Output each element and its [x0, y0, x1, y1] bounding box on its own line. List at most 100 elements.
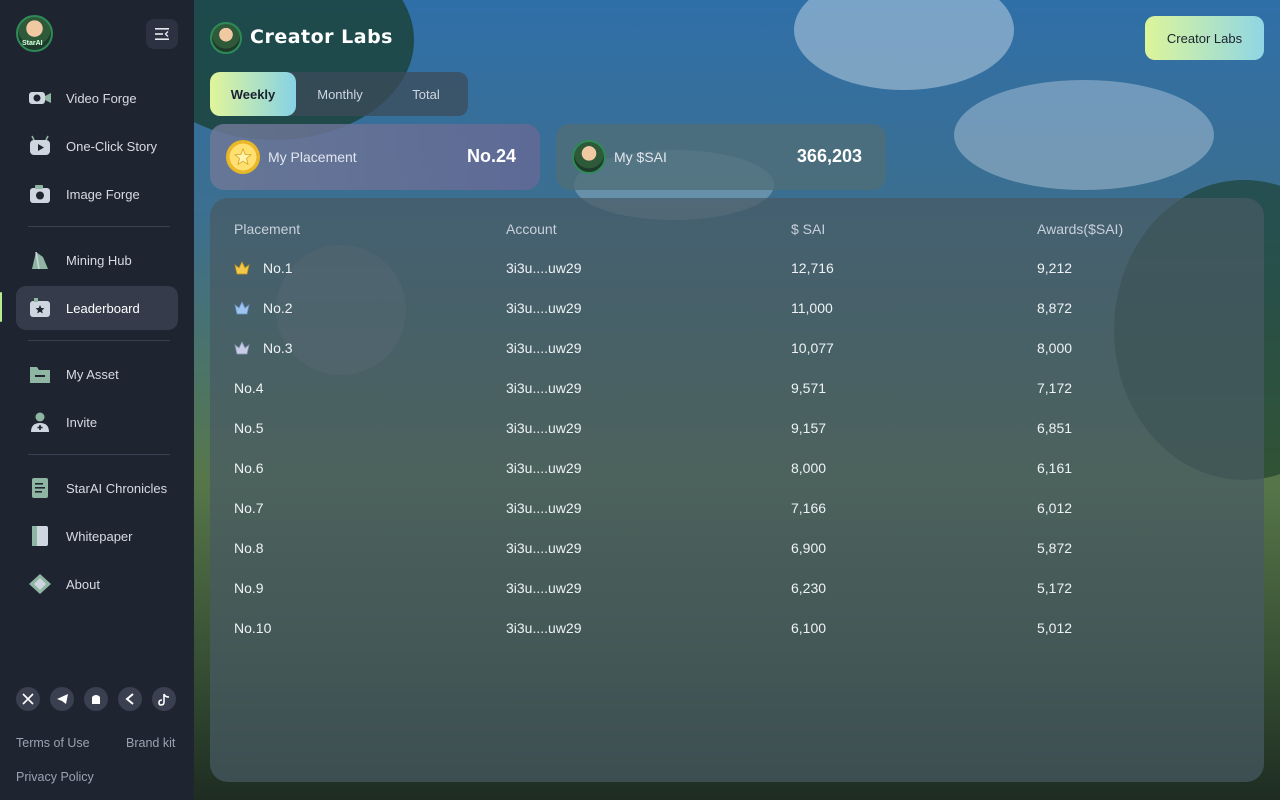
my-placement-card: My Placement No.24 [210, 124, 540, 190]
tab-monthly[interactable]: Monthly [298, 72, 382, 116]
page-title: Creator Labs [250, 26, 393, 48]
sai-value: 366,203 [796, 146, 862, 166]
whitepaper-icon [28, 525, 52, 547]
nav-invite[interactable]: Invite [16, 400, 178, 444]
nav-label: Leaderboard [66, 300, 140, 316]
table-row: No.5 3i3u....uw29 9,157 6,851 [210, 408, 1264, 448]
photo-camera-icon [28, 183, 52, 205]
nav-image-forge[interactable]: Image Forge [16, 172, 178, 216]
nav-my-asset[interactable]: My Asset [16, 352, 178, 396]
cell-awards: 6,161 [1037, 460, 1073, 476]
cell-account: 3i3u....uw29 [506, 580, 582, 596]
bronze-crown-icon [234, 341, 250, 355]
nav-label: Mining Hub [66, 252, 132, 268]
privacy-link[interactable]: Privacy Policy [16, 770, 94, 784]
cell-awards: 8,872 [1037, 300, 1073, 316]
nav-divider [28, 454, 170, 455]
placement-label: My Placement [268, 149, 357, 165]
terms-link[interactable]: Terms of Use [16, 736, 90, 750]
cell-sai: 6,900 [791, 540, 827, 556]
column-header-awards: Awards($SAI) [1037, 221, 1124, 237]
cell-awards: 6,851 [1037, 420, 1073, 436]
invite-user-icon [28, 411, 52, 433]
nav-label: My Asset [66, 366, 119, 382]
nav-divider [28, 340, 170, 341]
cell-sai: 7,166 [791, 500, 827, 516]
cell-sai: 6,230 [791, 580, 827, 596]
table-row: No.7 3i3u....uw29 7,166 6,012 [210, 488, 1264, 528]
sidebar: StarAI Video Forge One-Click Story Image… [0, 0, 194, 800]
cell-account: 3i3u....uw29 [506, 460, 582, 476]
cell-sai: 8,000 [791, 460, 827, 476]
period-tabs: Weekly Monthly Total [210, 72, 468, 116]
nav-video-forge[interactable]: Video Forge [16, 76, 178, 120]
column-header-account: Account [506, 221, 557, 237]
cell-placement: No.6 [234, 460, 264, 476]
column-header-placement: Placement [234, 221, 301, 237]
cell-placement: No.10 [234, 620, 272, 636]
silver-crown-icon [234, 301, 250, 315]
cell-awards: 5,012 [1037, 620, 1073, 636]
table-row: No.10 3i3u....uw29 6,100 5,012 [210, 608, 1264, 648]
cell-placement: No.7 [234, 500, 264, 516]
table-row: No.3 3i3u....uw29 10,077 8,000 [210, 328, 1264, 368]
cell-placement: No.9 [234, 580, 264, 596]
cell-sai: 10,077 [791, 340, 834, 356]
table-row: No.4 3i3u....uw29 9,571 7,172 [210, 368, 1264, 408]
nav-label: About [66, 576, 100, 592]
table-row: No.9 3i3u....uw29 6,230 5,172 [210, 568, 1264, 608]
nav-one-click-story[interactable]: One-Click Story [16, 124, 178, 168]
tab-total[interactable]: Total [384, 72, 468, 116]
nav-starai-chronicles[interactable]: StarAI Chronicles [16, 466, 178, 510]
cell-account: 3i3u....uw29 [506, 540, 582, 556]
nav-label: Image Forge [66, 186, 140, 202]
cell-awards: 9,212 [1037, 260, 1073, 276]
nav-leaderboard[interactable]: Leaderboard [16, 286, 178, 330]
nav-whitepaper[interactable]: Whitepaper [16, 514, 178, 558]
x-icon[interactable] [16, 687, 40, 711]
nav-divider [28, 226, 170, 227]
cell-account: 3i3u....uw29 [506, 300, 582, 316]
cell-account: 3i3u....uw29 [506, 620, 582, 636]
cell-placement: No.5 [234, 420, 264, 436]
creator-labs-button[interactable]: Creator Labs [1145, 16, 1264, 60]
collapse-menu-icon [155, 28, 169, 40]
cell-account: 3i3u....uw29 [506, 420, 582, 436]
nav-label: Whitepaper [66, 528, 133, 544]
cell-account: 3i3u....uw29 [506, 260, 582, 276]
active-indicator [0, 292, 2, 322]
social-links [16, 687, 176, 711]
cell-sai: 11,000 [791, 300, 833, 316]
tiktok-icon[interactable] [152, 687, 176, 711]
about-diamond-icon [28, 573, 52, 595]
table-row: No.6 3i3u....uw29 8,000 6,161 [210, 448, 1264, 488]
background-cloud [954, 80, 1214, 190]
avatar [572, 140, 606, 174]
table-row: No.2 3i3u....uw29 11,000 8,872 [210, 288, 1264, 328]
tab-weekly[interactable]: Weekly [210, 72, 296, 116]
telegram-icon[interactable] [50, 687, 74, 711]
placement-value: No.24 [466, 146, 516, 166]
star-coin-icon [226, 140, 260, 174]
back-chevron-icon[interactable] [118, 687, 142, 711]
cell-account: 3i3u....uw29 [506, 380, 582, 396]
table-row: No.8 3i3u....uw29 6,900 5,872 [210, 528, 1264, 568]
nav-label: Invite [66, 414, 98, 430]
column-header-sai: $ SAI [791, 221, 826, 237]
nav-label: One-Click Story [66, 138, 158, 154]
leaderboard-table: Placement Account $ SAI Awards($SAI) No.… [210, 198, 1264, 782]
cell-sai: 9,571 [791, 380, 827, 396]
cell-sai: 9,157 [791, 420, 827, 436]
medium-icon[interactable] [84, 687, 108, 711]
video-camera-icon [28, 87, 52, 109]
my-sai-card: My $SAI 366,203 [556, 124, 886, 190]
nav-mining-hub[interactable]: Mining Hub [16, 238, 178, 282]
brand-kit-link[interactable]: Brand kit [126, 736, 175, 750]
cell-sai: 12,716 [791, 260, 834, 276]
book-icon [28, 477, 52, 499]
nav-about[interactable]: About [16, 562, 178, 606]
sai-label: My $SAI [614, 149, 667, 165]
nav-label: Video Forge [66, 90, 137, 106]
background-foliage [194, 0, 414, 140]
sidebar-collapse-button[interactable] [146, 19, 178, 49]
